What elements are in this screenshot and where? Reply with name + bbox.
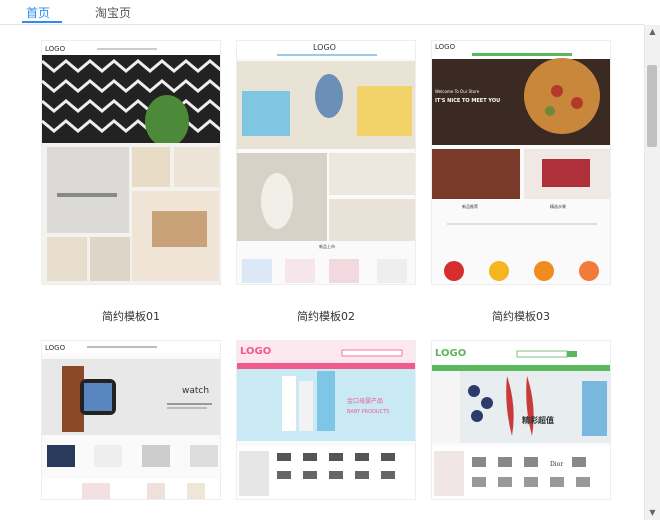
- hero-line-1: Welcome To Our Store: [435, 89, 480, 94]
- template-logo: LOGO: [45, 344, 66, 352]
- scroll-up-icon[interactable]: ▲: [645, 25, 660, 39]
- section-title-1: 新品推荐: [462, 203, 478, 209]
- template-caption: 简约模板01: [102, 310, 160, 323]
- section-title-2: 精选水果: [550, 203, 566, 209]
- template-thumbnail[interactable]: LOGO Welcome To Our Store IT'S NICE TO M…: [431, 40, 611, 285]
- template-thumbnail[interactable]: LOGO 精彩超值 Dior: [431, 340, 611, 500]
- template-gallery: LOGO 简约模板01 LOGO 新品上市 简约模板02 LOGO Welcom…: [0, 25, 644, 520]
- hero-text: 精彩超值: [522, 415, 554, 425]
- template-section-title: 新品上市: [319, 243, 335, 249]
- hero-text: watch: [182, 386, 209, 396]
- hero-line-2: BABY PRODUCTS: [347, 409, 389, 415]
- tab-home[interactable]: 首页: [26, 4, 50, 21]
- template-logo: LOGO: [240, 346, 271, 357]
- template-logo: LOGO: [435, 43, 456, 51]
- tab-taobao[interactable]: 淘宝页: [95, 4, 131, 21]
- template-thumbnail[interactable]: LOGO 新品上市: [236, 40, 416, 285]
- template-thumbnail[interactable]: LOGO 金口母婴产品 BABY PRODUCTS: [236, 340, 416, 500]
- scrollbar-thumb[interactable]: [647, 65, 657, 147]
- tab-bar: 首页 淘宝页: [0, 0, 644, 25]
- vertical-scrollbar[interactable]: ▲ ▼: [644, 25, 660, 520]
- scroll-down-icon[interactable]: ▼: [645, 506, 660, 520]
- hero-line-2: IT'S NICE TO MEET YOU: [435, 98, 500, 104]
- hero-line-1: 金口母婴产品: [347, 397, 383, 405]
- template-caption: 简约模板02: [297, 310, 355, 323]
- template-caption: 简约模板03: [492, 310, 550, 323]
- template-logo: LOGO: [313, 43, 336, 52]
- template-thumbnail[interactable]: LOGO: [41, 40, 221, 285]
- brand-dior: Dior: [550, 461, 563, 468]
- template-thumbnail[interactable]: LOGO watch: [41, 340, 221, 500]
- active-tab-indicator: [22, 21, 62, 23]
- template-logo: LOGO: [45, 45, 66, 53]
- template-logo: LOGO: [435, 348, 466, 359]
